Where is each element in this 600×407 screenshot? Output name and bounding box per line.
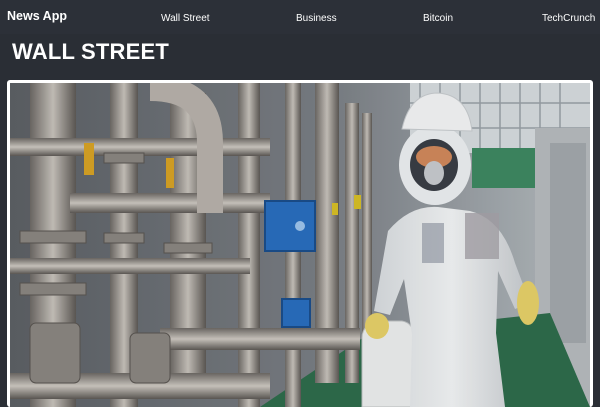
- nav-link-wall-street[interactable]: Wall Street: [161, 13, 210, 24]
- hero-image[interactable]: [10, 83, 590, 407]
- nav-link-business[interactable]: Business: [296, 13, 337, 24]
- page-title: WALL STREET: [12, 39, 170, 64]
- top-navbar: News App Wall Street Business Bitcoin Te…: [0, 0, 600, 34]
- nav-link-bitcoin[interactable]: Bitcoin: [423, 13, 453, 24]
- hero-card[interactable]: [7, 80, 593, 407]
- brand-logo[interactable]: News App: [7, 9, 67, 23]
- nav-link-techcrunch[interactable]: TechCrunch: [542, 13, 595, 24]
- hero-photo-illustration: [10, 83, 590, 407]
